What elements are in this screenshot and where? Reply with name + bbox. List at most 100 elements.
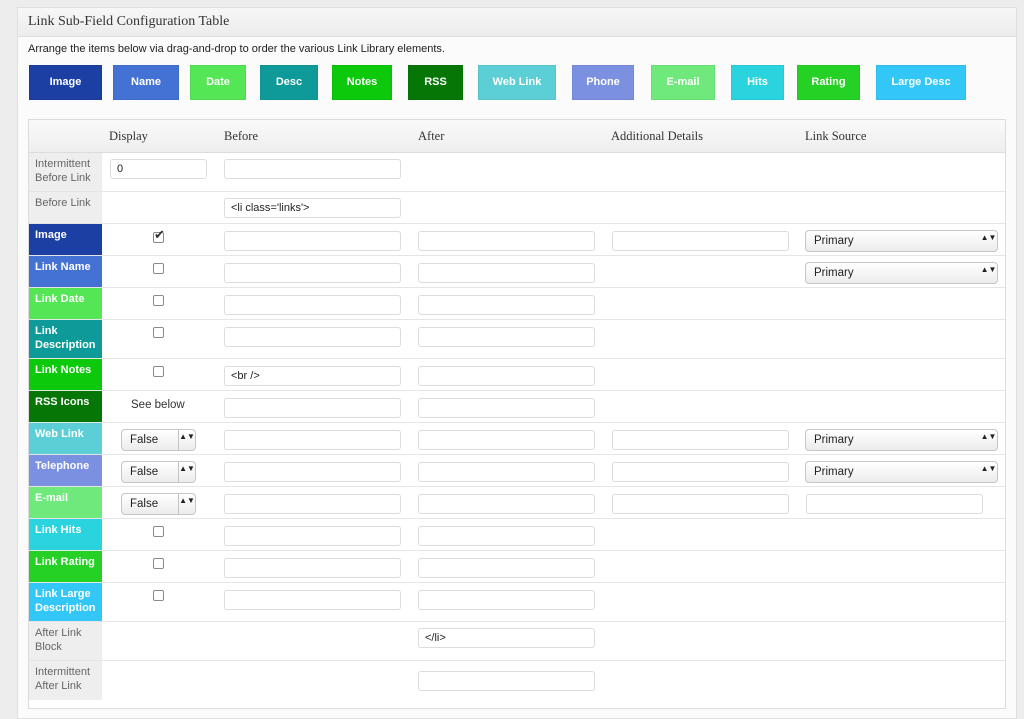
row-label: After Link Block: [29, 622, 102, 660]
display-checkbox[interactable]: [153, 327, 164, 338]
chip-name[interactable]: Name: [113, 65, 179, 100]
chip-web-link[interactable]: Web Link: [478, 65, 556, 100]
chip-image[interactable]: Image: [29, 65, 102, 100]
link-source-select[interactable]: Primary ▲▼: [805, 262, 998, 284]
chip-date[interactable]: Date: [190, 65, 246, 100]
select-arrows-icon: ▲▼: [980, 233, 997, 242]
table-row: Link Large Description: [29, 583, 1005, 622]
after-input[interactable]: [418, 263, 595, 283]
after-input[interactable]: [418, 231, 595, 251]
chip-rss[interactable]: RSS: [408, 65, 463, 100]
table-row: After Link Block: [29, 622, 1005, 661]
select-arrows-icon: ▲▼: [980, 432, 997, 441]
display-checkbox[interactable]: [153, 526, 164, 537]
display-checkbox[interactable]: [153, 263, 164, 274]
row-label: E-mail: [29, 487, 102, 518]
after-input[interactable]: [418, 398, 595, 418]
after-input[interactable]: [418, 590, 595, 610]
before-input[interactable]: [224, 430, 401, 450]
before-input[interactable]: [224, 590, 401, 610]
chip-email[interactable]: E-mail: [651, 65, 715, 100]
before-input[interactable]: [224, 494, 401, 514]
table-row: Link Rating: [29, 551, 1005, 583]
before-input[interactable]: [224, 295, 401, 315]
additional-details-input[interactable]: [612, 462, 789, 482]
header-display: Display: [109, 129, 148, 143]
chip-desc[interactable]: Desc: [260, 65, 318, 100]
after-input[interactable]: [418, 494, 595, 514]
additional-details-input[interactable]: [612, 430, 789, 450]
after-input[interactable]: [418, 671, 595, 691]
row-label: Link Hits: [29, 519, 102, 550]
before-input[interactable]: [224, 231, 401, 251]
header-additional-details: Additional Details: [611, 129, 703, 143]
sub-field-table: Display Before After Additional Details …: [28, 119, 1006, 709]
link-source-select[interactable]: Primary ▲▼: [805, 429, 998, 451]
table-row: Image ✔ Primary ▲▼: [29, 224, 1005, 256]
chip-phone[interactable]: Phone: [572, 65, 634, 100]
after-input[interactable]: [418, 295, 595, 315]
table-row: RSS Icons See below: [29, 391, 1005, 423]
header-link-source: Link Source: [805, 129, 867, 143]
row-label: Link Large Description: [29, 583, 102, 621]
display-checkbox[interactable]: [153, 366, 164, 377]
table-row: Intermittent Before Link: [29, 153, 1005, 192]
select-arrows-icon: ▲▼: [178, 430, 195, 450]
display-select[interactable]: False ▲▼: [121, 493, 196, 515]
config-panel: Link Sub-Field Configuration Table Arran…: [17, 7, 1017, 719]
intermittent-before-input[interactable]: [110, 159, 207, 179]
display-checkbox[interactable]: [153, 590, 164, 601]
row-label: Image: [29, 224, 102, 255]
table-row: Link Name Primary ▲▼: [29, 256, 1005, 288]
instructions-text: Arrange the items below via drag-and-dro…: [28, 43, 445, 55]
after-input[interactable]: [418, 366, 595, 386]
after-input[interactable]: [418, 327, 595, 347]
additional-details-input[interactable]: [612, 494, 789, 514]
before-input[interactable]: [224, 526, 401, 546]
table-header: Display Before After Additional Details …: [29, 120, 1005, 153]
row-label: Intermittent After Link: [29, 661, 102, 700]
chip-large-desc[interactable]: Large Desc: [876, 65, 966, 100]
row-label: Web Link: [29, 423, 102, 454]
header-before: Before: [224, 129, 259, 143]
select-arrows-icon: ▲▼: [980, 464, 997, 473]
display-checkbox[interactable]: ✔: [153, 228, 165, 243]
after-input[interactable]: [418, 430, 595, 450]
after-input[interactable]: [418, 462, 595, 482]
row-label: Link Description: [29, 320, 102, 358]
before-input[interactable]: [224, 159, 401, 179]
chip-notes[interactable]: Notes: [332, 65, 392, 100]
before-input[interactable]: [224, 462, 401, 482]
display-select[interactable]: False ▲▼: [121, 461, 196, 483]
display-checkbox[interactable]: [153, 558, 164, 569]
table-row: Link Description: [29, 320, 1005, 359]
additional-details-input[interactable]: [612, 231, 789, 251]
link-source-select[interactable]: Primary ▲▼: [805, 461, 998, 483]
row-label: Link Rating: [29, 551, 102, 582]
header-after: After: [418, 129, 445, 143]
before-input[interactable]: [224, 198, 401, 218]
select-arrows-icon: ▲▼: [980, 265, 997, 274]
after-input[interactable]: [418, 628, 595, 648]
row-label: Telephone: [29, 455, 102, 486]
checkmark-icon: ✔: [154, 227, 165, 242]
chip-hits[interactable]: Hits: [731, 65, 784, 100]
before-input[interactable]: [224, 398, 401, 418]
row-label: Intermittent Before Link: [29, 153, 102, 191]
chip-rating[interactable]: Rating: [797, 65, 860, 100]
before-input[interactable]: [224, 558, 401, 578]
after-input[interactable]: [418, 558, 595, 578]
after-input[interactable]: [418, 526, 595, 546]
table-row: Link Date: [29, 288, 1005, 320]
link-source-select[interactable]: Primary ▲▼: [805, 230, 998, 252]
table-row: Link Hits: [29, 519, 1005, 551]
before-input[interactable]: [224, 327, 401, 347]
select-arrows-icon: ▲▼: [178, 462, 195, 482]
table-row: Web Link False ▲▼ Primary ▲▼: [29, 423, 1005, 455]
before-input[interactable]: [224, 366, 401, 386]
before-input[interactable]: [224, 263, 401, 283]
display-checkbox[interactable]: [153, 295, 164, 306]
link-source-input[interactable]: [806, 494, 983, 514]
display-select[interactable]: False ▲▼: [121, 429, 196, 451]
table-row: Before Link: [29, 192, 1005, 224]
